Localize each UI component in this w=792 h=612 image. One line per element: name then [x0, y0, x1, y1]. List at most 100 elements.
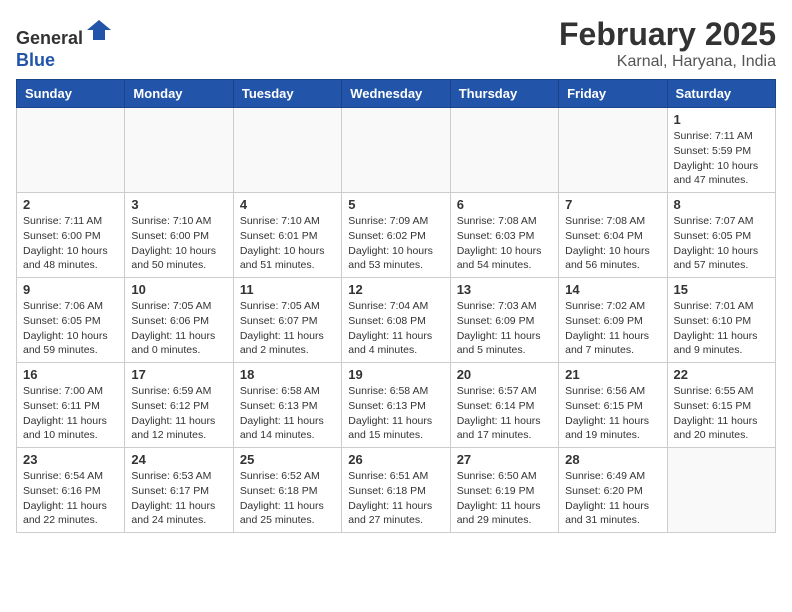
day-number: 18 — [240, 367, 335, 382]
day-number: 12 — [348, 282, 443, 297]
calendar-cell — [233, 108, 341, 193]
day-number: 13 — [457, 282, 552, 297]
column-header-tuesday: Tuesday — [233, 80, 341, 108]
day-info: Sunrise: 7:08 AM Sunset: 6:04 PM Dayligh… — [565, 214, 660, 273]
column-header-wednesday: Wednesday — [342, 80, 450, 108]
day-number: 1 — [674, 112, 769, 127]
day-number: 21 — [565, 367, 660, 382]
week-row-4: 23Sunrise: 6:54 AM Sunset: 6:16 PM Dayli… — [17, 448, 776, 533]
day-info: Sunrise: 6:52 AM Sunset: 6:18 PM Dayligh… — [240, 469, 335, 528]
location: Karnal, Haryana, India — [559, 53, 776, 71]
logo-blue: Blue — [16, 50, 55, 70]
logo: General Blue — [16, 16, 113, 71]
calendar-cell: 11 Sunrise: 7:05 AM Sunset: 6:07 PM Dayli… — [233, 278, 341, 363]
calendar-cell: 22 Sunrise: 6:55 AM Sunset: 6:15 PM Dayli… — [667, 363, 775, 448]
day-number: 27 — [457, 452, 552, 467]
calendar-cell: 23Sunrise: 6:54 AM Sunset: 6:16 PM Dayli… — [17, 448, 125, 533]
week-row-2: 9 Sunrise: 7:06 AM Sunset: 6:05 PM Daylig… — [17, 278, 776, 363]
calendar-header-row: SundayMondayTuesdayWednesdayThursdayFrid… — [17, 80, 776, 108]
day-info: Sunrise: 6:49 AM Sunset: 6:20 PM Dayligh… — [565, 469, 660, 528]
calendar-cell: 10Sunrise: 7:05 AM Sunset: 6:06 PM Dayli… — [125, 278, 233, 363]
logo-icon — [85, 16, 113, 44]
calendar-cell: 5 Sunrise: 7:09 AM Sunset: 6:02 PM Daylig… — [342, 193, 450, 278]
calendar-cell: 12 Sunrise: 7:04 AM Sunset: 6:08 PM Dayli… — [342, 278, 450, 363]
calendar-cell: 3 Sunrise: 7:10 AM Sunset: 6:00 PM Daylig… — [125, 193, 233, 278]
month-year: February 2025 — [559, 16, 776, 53]
day-number: 7 — [565, 197, 660, 212]
title-block: February 2025 Karnal, Haryana, India — [559, 16, 776, 71]
week-row-1: 2 Sunrise: 7:11 AM Sunset: 6:00 PM Daylig… — [17, 193, 776, 278]
calendar-cell: 2 Sunrise: 7:11 AM Sunset: 6:00 PM Daylig… — [17, 193, 125, 278]
day-info: Sunrise: 7:07 AM Sunset: 6:05 PM Dayligh… — [674, 214, 769, 273]
day-number: 3 — [131, 197, 226, 212]
calendar-cell — [342, 108, 450, 193]
calendar-cell — [667, 448, 775, 533]
calendar-cell: 17 Sunrise: 6:59 AM Sunset: 6:12 PM Dayli… — [125, 363, 233, 448]
day-info: Sunrise: 7:02 AM Sunset: 6:09 PM Dayligh… — [565, 299, 660, 358]
calendar-cell: 20Sunrise: 6:57 AM Sunset: 6:14 PM Dayli… — [450, 363, 558, 448]
calendar: SundayMondayTuesdayWednesdayThursdayFrid… — [16, 79, 776, 533]
day-info: Sunrise: 7:10 AM Sunset: 6:00 PM Dayligh… — [131, 214, 226, 273]
calendar-cell: 15Sunrise: 7:01 AM Sunset: 6:10 PM Dayli… — [667, 278, 775, 363]
day-info: Sunrise: 6:55 AM Sunset: 6:15 PM Dayligh… — [674, 384, 769, 443]
calendar-cell: 26Sunrise: 6:51 AM Sunset: 6:18 PM Dayli… — [342, 448, 450, 533]
day-info: Sunrise: 7:10 AM Sunset: 6:01 PM Dayligh… — [240, 214, 335, 273]
day-info: Sunrise: 6:53 AM Sunset: 6:17 PM Dayligh… — [131, 469, 226, 528]
week-row-3: 16 Sunrise: 7:00 AM Sunset: 6:11 PM Dayli… — [17, 363, 776, 448]
calendar-cell: 24 Sunrise: 6:53 AM Sunset: 6:17 PM Dayli… — [125, 448, 233, 533]
day-number: 24 — [131, 452, 226, 467]
day-number: 9 — [23, 282, 118, 297]
day-info: Sunrise: 7:04 AM Sunset: 6:08 PM Dayligh… — [348, 299, 443, 358]
calendar-cell — [17, 108, 125, 193]
day-number: 25 — [240, 452, 335, 467]
calendar-cell: 19 Sunrise: 6:58 AM Sunset: 6:13 PM Dayli… — [342, 363, 450, 448]
calendar-cell — [559, 108, 667, 193]
column-header-friday: Friday — [559, 80, 667, 108]
week-row-0: 1 Sunrise: 7:11 AM Sunset: 5:59 PM Daylig… — [17, 108, 776, 193]
day-info: Sunrise: 6:57 AM Sunset: 6:14 PM Dayligh… — [457, 384, 552, 443]
day-info: Sunrise: 6:59 AM Sunset: 6:12 PM Dayligh… — [131, 384, 226, 443]
day-number: 15 — [674, 282, 769, 297]
calendar-cell — [125, 108, 233, 193]
column-header-saturday: Saturday — [667, 80, 775, 108]
day-info: Sunrise: 6:56 AM Sunset: 6:15 PM Dayligh… — [565, 384, 660, 443]
calendar-cell: 27 Sunrise: 6:50 AM Sunset: 6:19 PM Dayli… — [450, 448, 558, 533]
calendar-cell: 9 Sunrise: 7:06 AM Sunset: 6:05 PM Daylig… — [17, 278, 125, 363]
day-number: 11 — [240, 282, 335, 297]
day-number: 4 — [240, 197, 335, 212]
day-number: 22 — [674, 367, 769, 382]
day-info: Sunrise: 7:11 AM Sunset: 6:00 PM Dayligh… — [23, 214, 118, 273]
column-header-thursday: Thursday — [450, 80, 558, 108]
column-header-monday: Monday — [125, 80, 233, 108]
day-number: 19 — [348, 367, 443, 382]
calendar-cell: 7 Sunrise: 7:08 AM Sunset: 6:04 PM Daylig… — [559, 193, 667, 278]
day-info: Sunrise: 7:09 AM Sunset: 6:02 PM Dayligh… — [348, 214, 443, 273]
day-info: Sunrise: 7:06 AM Sunset: 6:05 PM Dayligh… — [23, 299, 118, 358]
day-info: Sunrise: 6:51 AM Sunset: 6:18 PM Dayligh… — [348, 469, 443, 528]
day-number: 2 — [23, 197, 118, 212]
calendar-cell: 14 Sunrise: 7:02 AM Sunset: 6:09 PM Dayli… — [559, 278, 667, 363]
day-info: Sunrise: 7:05 AM Sunset: 6:07 PM Dayligh… — [240, 299, 335, 358]
day-number: 5 — [348, 197, 443, 212]
calendar-cell: 16 Sunrise: 7:00 AM Sunset: 6:11 PM Dayli… — [17, 363, 125, 448]
day-info: Sunrise: 7:05 AM Sunset: 6:06 PM Dayligh… — [131, 299, 226, 358]
calendar-cell: 13 Sunrise: 7:03 AM Sunset: 6:09 PM Dayli… — [450, 278, 558, 363]
calendar-cell: 25 Sunrise: 6:52 AM Sunset: 6:18 PM Dayli… — [233, 448, 341, 533]
day-number: 16 — [23, 367, 118, 382]
calendar-cell: 18 Sunrise: 6:58 AM Sunset: 6:13 PM Dayli… — [233, 363, 341, 448]
calendar-cell: 6Sunrise: 7:08 AM Sunset: 6:03 PM Daylig… — [450, 193, 558, 278]
day-info: Sunrise: 6:58 AM Sunset: 6:13 PM Dayligh… — [348, 384, 443, 443]
day-info: Sunrise: 7:08 AM Sunset: 6:03 PM Dayligh… — [457, 214, 552, 273]
logo-general: General — [16, 28, 83, 48]
day-number: 14 — [565, 282, 660, 297]
day-info: Sunrise: 6:50 AM Sunset: 6:19 PM Dayligh… — [457, 469, 552, 528]
day-info: Sunrise: 7:00 AM Sunset: 6:11 PM Dayligh… — [23, 384, 118, 443]
page-header: General Blue February 2025 Karnal, Harya… — [16, 16, 776, 71]
day-info: Sunrise: 7:11 AM Sunset: 5:59 PM Dayligh… — [674, 129, 769, 188]
calendar-cell: 1 Sunrise: 7:11 AM Sunset: 5:59 PM Daylig… — [667, 108, 775, 193]
calendar-cell: 28 Sunrise: 6:49 AM Sunset: 6:20 PM Dayli… — [559, 448, 667, 533]
day-number: 17 — [131, 367, 226, 382]
day-info: Sunrise: 7:03 AM Sunset: 6:09 PM Dayligh… — [457, 299, 552, 358]
day-number: 28 — [565, 452, 660, 467]
day-info: Sunrise: 6:58 AM Sunset: 6:13 PM Dayligh… — [240, 384, 335, 443]
